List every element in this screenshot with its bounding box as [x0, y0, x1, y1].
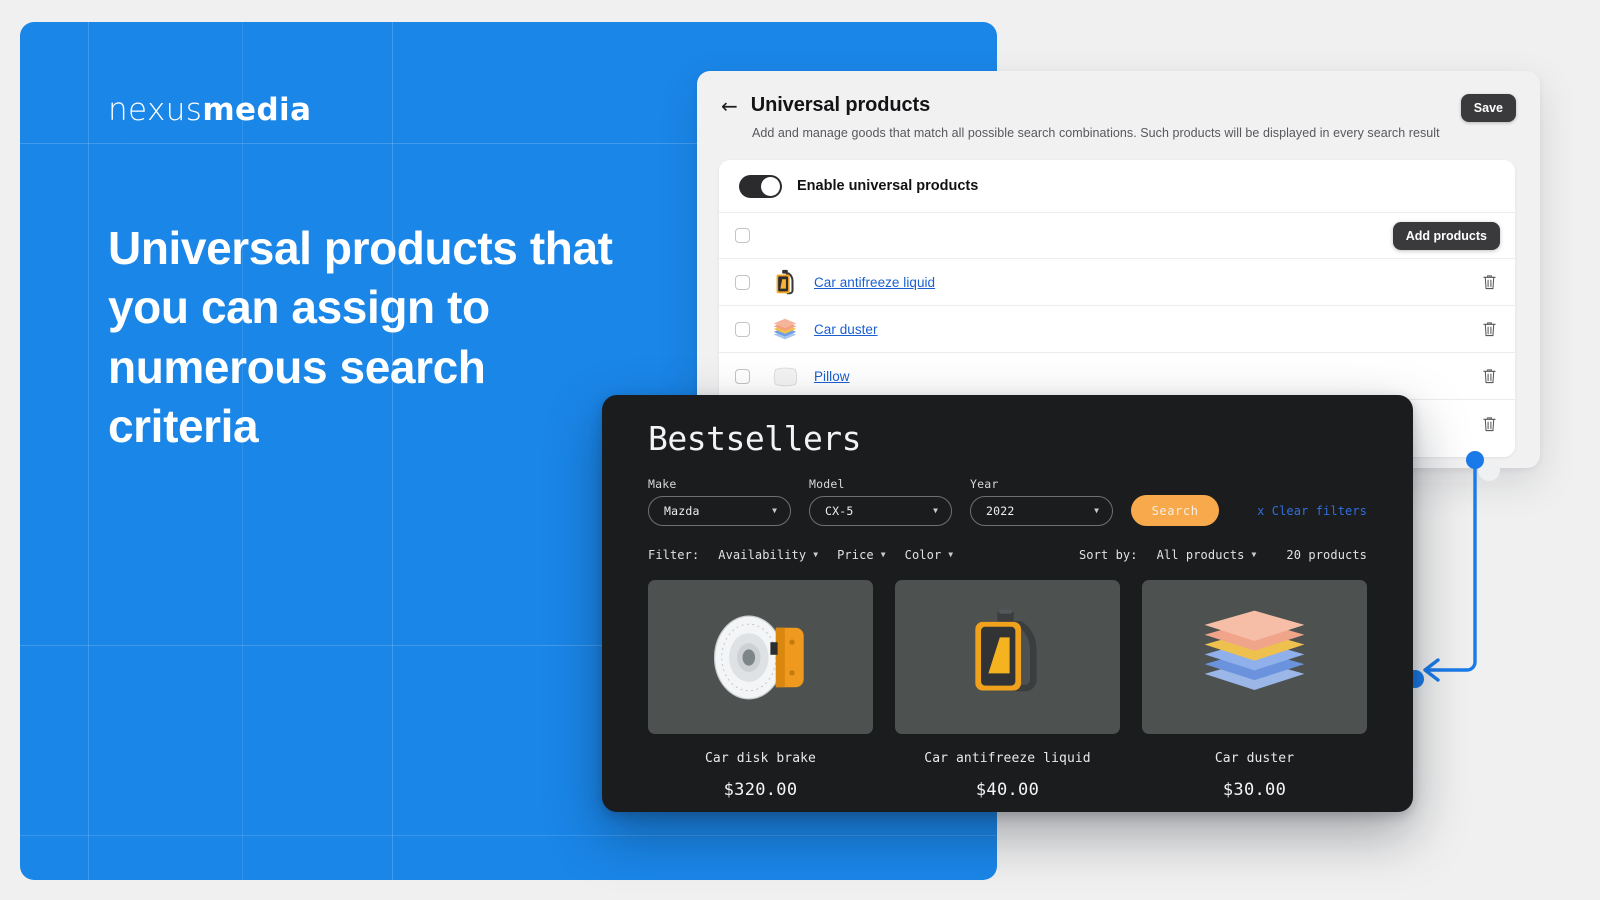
- screenshot-root: nexusmedia Universal products that you c…: [0, 0, 1600, 900]
- filter-price-label: Price: [837, 548, 874, 562]
- product-grid: Car disk brake $320.00 Car antifreeze li…: [648, 580, 1367, 800]
- enable-universal-products-toggle[interactable]: [739, 174, 782, 198]
- filter-sort-bar: Filter: Availability ▼ Price ▼ Color ▼ S…: [648, 548, 1367, 562]
- product-count: 20 products: [1286, 548, 1367, 562]
- product-price: $40.00: [975, 780, 1040, 800]
- product-card[interactable]: Car disk brake $320.00: [648, 580, 873, 800]
- select-all-checkbox[interactable]: [735, 228, 750, 243]
- year-select-group: Year 2022 ▼: [970, 477, 1113, 526]
- save-button[interactable]: Save: [1460, 94, 1516, 122]
- add-products-button[interactable]: Add products: [1392, 221, 1500, 250]
- list-header-row: Add products: [719, 213, 1515, 259]
- chevron-down-icon: ▼: [813, 550, 819, 559]
- filter-price[interactable]: Price ▼: [837, 548, 886, 562]
- pillow-icon: [770, 361, 800, 391]
- row-checkbox[interactable]: [735, 368, 750, 384]
- panel-subtitle: Add and manage goods that match all poss…: [752, 126, 1440, 140]
- brake-disc-image: [648, 580, 873, 734]
- delete-row-icon[interactable]: [1482, 368, 1497, 385]
- chevron-down-icon: ▼: [933, 506, 938, 515]
- toggle-knob: [761, 176, 780, 196]
- delete-row-icon[interactable]: [1482, 321, 1497, 338]
- chevron-down-icon: ▼: [772, 506, 777, 515]
- model-value: CX-5: [825, 504, 854, 518]
- delete-row-icon[interactable]: [1482, 415, 1497, 432]
- product-card[interactable]: Car antifreeze liquid $40.00: [895, 580, 1120, 800]
- filter-availability[interactable]: Availability ▼: [718, 548, 818, 562]
- table-row: Pillow: [719, 353, 1515, 400]
- product-price: $30.00: [1222, 780, 1287, 800]
- clear-filters-link[interactable]: x Clear filters: [1257, 504, 1367, 518]
- filter-label: Filter:: [648, 548, 700, 562]
- search-button[interactable]: Search: [1131, 495, 1220, 526]
- delete-row-icon[interactable]: [1482, 274, 1497, 291]
- product-name: Car antifreeze liquid: [924, 751, 1091, 766]
- sort-by-select[interactable]: All products ▼: [1157, 548, 1257, 562]
- folded-cloths-image: [1142, 580, 1367, 734]
- back-arrow-icon[interactable]: ←: [721, 96, 738, 116]
- table-row: Car antifreeze liquid: [719, 259, 1515, 306]
- vehicle-filter-bar: Make Mazda ▼ Model CX-5 ▼ Year 2022 ▼ Se…: [648, 477, 1367, 526]
- product-name: Car disk brake: [705, 751, 816, 766]
- product-link[interactable]: Car antifreeze liquid: [814, 275, 935, 290]
- year-select[interactable]: 2022 ▼: [970, 496, 1113, 526]
- make-label: Make: [648, 477, 677, 491]
- toggle-label: Enable universal products: [797, 178, 979, 194]
- panel-header: ← Universal products Add and manage good…: [697, 71, 1540, 140]
- make-value: Mazda: [664, 504, 700, 518]
- make-select[interactable]: Mazda ▼: [648, 496, 791, 526]
- year-label: Year: [970, 477, 999, 491]
- product-price: $320.00: [723, 780, 798, 800]
- nexusmedia-logo: nexusmedia: [108, 92, 311, 128]
- logo-thin-part: nexus: [108, 92, 203, 128]
- model-label: Model: [809, 477, 845, 491]
- row-checkbox[interactable]: [735, 274, 750, 290]
- antifreeze-bottle-icon: [770, 267, 800, 297]
- product-link[interactable]: Pillow: [814, 369, 850, 384]
- row-checkbox[interactable]: [735, 321, 750, 337]
- filter-availability-label: Availability: [718, 548, 807, 562]
- product-link[interactable]: Car duster: [814, 322, 878, 337]
- table-row: Car duster: [719, 306, 1515, 353]
- enable-universal-products-row: Enable universal products: [719, 160, 1515, 213]
- sort-by-value: All products: [1156, 548, 1245, 562]
- sort-by-group: Sort by: All products ▼: [1079, 548, 1256, 562]
- bestsellers-panel: Bestsellers Make Mazda ▼ Model CX-5 ▼ Ye…: [602, 395, 1413, 812]
- product-card[interactable]: Car duster $30.00: [1142, 580, 1367, 800]
- page-title: Universal products: [750, 94, 931, 116]
- filter-color-label: Color: [904, 548, 942, 562]
- make-select-group: Make Mazda ▼: [648, 477, 791, 526]
- chevron-down-icon: ▼: [1094, 506, 1099, 515]
- chevron-down-icon: ▼: [1251, 550, 1257, 559]
- bestsellers-title: Bestsellers: [648, 419, 862, 458]
- antifreeze-bottle-image: [895, 580, 1120, 734]
- chevron-down-icon: ▼: [880, 550, 886, 559]
- logo-bold-part: media: [202, 92, 312, 128]
- chevron-down-icon: ▼: [948, 550, 954, 559]
- folded-cloths-icon: [770, 314, 800, 344]
- model-select[interactable]: CX-5 ▼: [809, 496, 952, 526]
- product-name: Car duster: [1214, 751, 1295, 766]
- panel-title-row: ← Universal products: [721, 94, 1516, 117]
- filter-color[interactable]: Color ▼: [905, 548, 954, 562]
- sort-by-label: Sort by:: [1078, 548, 1138, 562]
- model-select-group: Model CX-5 ▼: [809, 477, 952, 526]
- year-value: 2022: [986, 504, 1015, 518]
- hero-heading: Universal products that you can assign t…: [108, 222, 613, 452]
